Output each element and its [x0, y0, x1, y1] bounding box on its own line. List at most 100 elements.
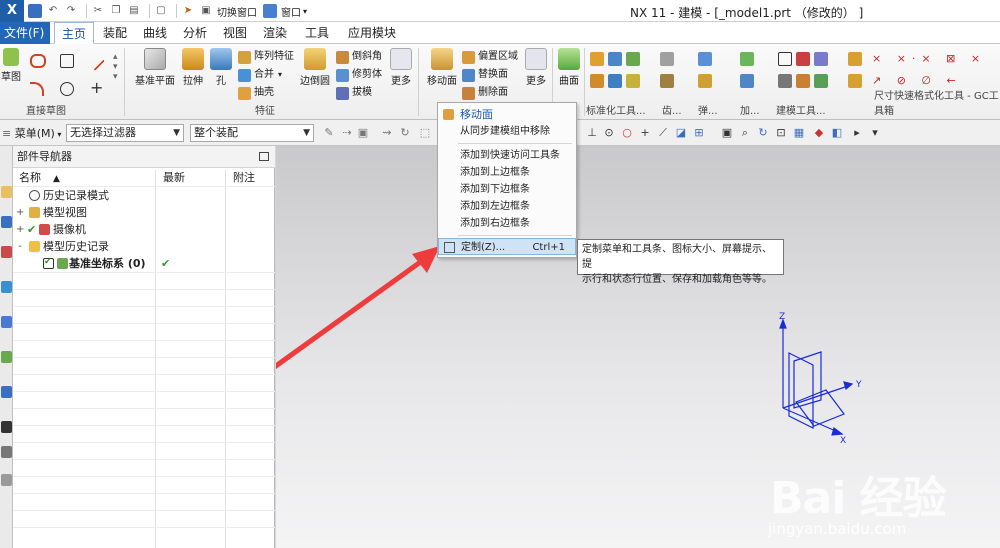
menu-item-add-to-quick-access[interactable]: 添加到快速访问工具条 [438, 147, 576, 164]
select-box-icon[interactable]: ▣ [356, 126, 370, 140]
cut-icon[interactable]: ✂ [91, 4, 105, 18]
view-layer-icon[interactable]: ◧ [830, 126, 844, 140]
menu-item-customize[interactable]: 定制(Z)... Ctrl+1 [438, 238, 576, 255]
tab-application[interactable]: 应用模块 [344, 22, 400, 44]
menu-item-remove-from-sync-group[interactable]: 从同步建模组中移除 [438, 123, 576, 140]
menu-item-add-to-left-border-bar[interactable]: 添加到左边框条 [438, 198, 576, 215]
paste-icon[interactable]: ▤ [127, 4, 141, 18]
resource-icon-1[interactable] [1, 186, 12, 198]
move-face-button[interactable]: 移动面 [424, 48, 460, 87]
snap-perpendicular-icon[interactable]: ⊥ [585, 126, 599, 140]
modeling-tool-icon-6[interactable] [814, 74, 828, 88]
menu-item-add-to-bottom-border-bar[interactable]: 添加到下边框条 [438, 181, 576, 198]
tree-row-cameras[interactable]: + ✔ 摄像机 [13, 221, 275, 238]
add-tool-icon-1[interactable] [740, 52, 754, 66]
add-tool-icon-2[interactable] [740, 74, 754, 88]
repeat-command-icon[interactable]: ➤ [181, 4, 195, 18]
selection-scope-combo[interactable]: 整个装配 ▼ [190, 124, 314, 142]
spring-tool-icon-1[interactable] [698, 52, 712, 66]
column-name[interactable]: 名称 ▲ [19, 170, 60, 186]
replace-face-button[interactable]: 替换面 [462, 67, 508, 83]
view-orientation-icon[interactable]: ▦ [792, 126, 806, 140]
view-fit-icon[interactable]: ▣ [720, 126, 734, 140]
modeling-tool-icon-4[interactable] [778, 74, 792, 88]
circle-icon[interactable] [60, 82, 74, 96]
visible-check-icon[interactable]: ✔ [27, 221, 36, 238]
std-tool-icon-6[interactable] [626, 74, 640, 88]
std-tool-icon-5[interactable] [608, 74, 622, 88]
datum-plane-button[interactable]: 基准平面 [132, 48, 178, 87]
view-style-icon[interactable]: ◆ [812, 126, 826, 140]
std-tool-icon-2[interactable] [608, 52, 622, 66]
snap-face-icon[interactable]: ◪ [674, 126, 688, 140]
select-window-icon[interactable]: ⬚ [418, 126, 432, 140]
window-dropdown-icon[interactable]: ▾ [303, 7, 307, 16]
pattern-feature-button[interactable]: 阵列特征 [238, 49, 294, 65]
resource-icon-9[interactable] [1, 446, 12, 458]
sketch-button[interactable]: 草图 [0, 48, 22, 83]
view-pan-icon[interactable]: ⊡ [774, 126, 788, 140]
collapse-icon[interactable]: - [16, 238, 24, 255]
resource-icon-6[interactable] [1, 351, 12, 363]
menu-button[interactable]: ≡ 菜单(M) ▾ [2, 125, 61, 141]
std-tool-icon-4[interactable] [590, 74, 604, 88]
datum-csys-triad[interactable] [779, 318, 854, 436]
hole-button[interactable]: 孔 [208, 48, 234, 87]
tab-home[interactable]: 主页 [54, 22, 94, 44]
spring-tool-icon-2[interactable] [698, 74, 712, 88]
resource-icon-7[interactable] [1, 386, 12, 398]
tab-curve[interactable]: 曲线 [138, 22, 172, 44]
chamfer-button[interactable]: 倒斜角 [336, 49, 382, 65]
tab-view[interactable]: 视图 [218, 22, 252, 44]
selection-filter-combo[interactable]: 无选择过滤器 ▼ [66, 124, 184, 142]
tab-assembly[interactable]: 装配 [98, 22, 132, 44]
draft-button[interactable]: 拔模 [336, 85, 372, 101]
maximize-icon[interactable] [259, 152, 269, 161]
delete-face-button[interactable]: 删除面 [462, 85, 508, 101]
save-icon[interactable] [28, 4, 42, 18]
dim-format-icons-row2[interactable]: ↗ ⊘ ∅ ← [872, 74, 962, 87]
resource-icon-10[interactable] [1, 474, 12, 486]
expand-icon[interactable]: + [16, 221, 24, 238]
snap-center-icon[interactable]: ⊙ [602, 126, 616, 140]
shell-button[interactable]: 抽壳 [238, 85, 274, 101]
arc-icon[interactable] [30, 82, 44, 96]
resource-icon-4[interactable] [1, 281, 12, 293]
gear-tool-icon-2[interactable] [660, 74, 674, 88]
view-zoom-icon[interactable]: ⌕ [738, 126, 752, 140]
expand-icon[interactable]: + [16, 204, 24, 221]
sync-more-button[interactable]: 更多 [524, 48, 548, 87]
std-tool-icon-1[interactable] [590, 52, 604, 66]
resource-icon-5[interactable] [1, 316, 12, 328]
modeling-tool-icon-2[interactable] [796, 52, 810, 66]
dim-tool-icon-1[interactable] [848, 52, 862, 66]
modeling-tool-icon-5[interactable] [796, 74, 810, 88]
snap-circle-icon[interactable]: ○ [620, 126, 634, 140]
new-icon[interactable]: ▢ [154, 4, 168, 18]
select-general-icon[interactable]: ⇢ [340, 126, 354, 140]
tab-render[interactable]: 渲染 [258, 22, 292, 44]
tab-analysis[interactable]: 分析 [178, 22, 212, 44]
view-rotate-icon[interactable]: ↻ [756, 126, 770, 140]
rectangle-icon[interactable] [60, 54, 74, 68]
feature-more-button[interactable]: 更多 [390, 48, 412, 87]
trim-body-button[interactable]: 修剪体 [336, 67, 382, 83]
sketch-more-icon[interactable]: ▴ ▾ ▾ [113, 52, 118, 82]
tree-row-model-history[interactable]: - 模型历史记录 [13, 238, 275, 255]
tree-row-model-views[interactable]: + 模型视图 [13, 204, 275, 221]
modeling-tool-icon-1[interactable] [778, 52, 792, 66]
gear-tool-icon-1[interactable] [660, 52, 674, 66]
menu-item-add-to-top-border-bar[interactable]: 添加到上边框条 [438, 164, 576, 181]
column-notes[interactable]: 附注 [233, 170, 255, 186]
window-icon[interactable] [263, 4, 277, 18]
surface-button[interactable]: 曲面 [556, 48, 582, 87]
resource-icon-3[interactable] [1, 246, 12, 258]
snap-line-icon[interactable]: ⟋ [656, 126, 670, 140]
resource-icon-2[interactable] [1, 216, 12, 228]
edge-blend-button[interactable]: 边倒圆 [298, 48, 332, 87]
unite-button[interactable]: 合并 ▾ [238, 67, 282, 83]
switch-window-icon[interactable]: ▣ [199, 4, 213, 18]
line-icon[interactable] [85, 51, 105, 71]
offset-region-button[interactable]: 偏置区域 [462, 49, 518, 65]
snap-point-icon[interactable]: + [638, 126, 652, 140]
